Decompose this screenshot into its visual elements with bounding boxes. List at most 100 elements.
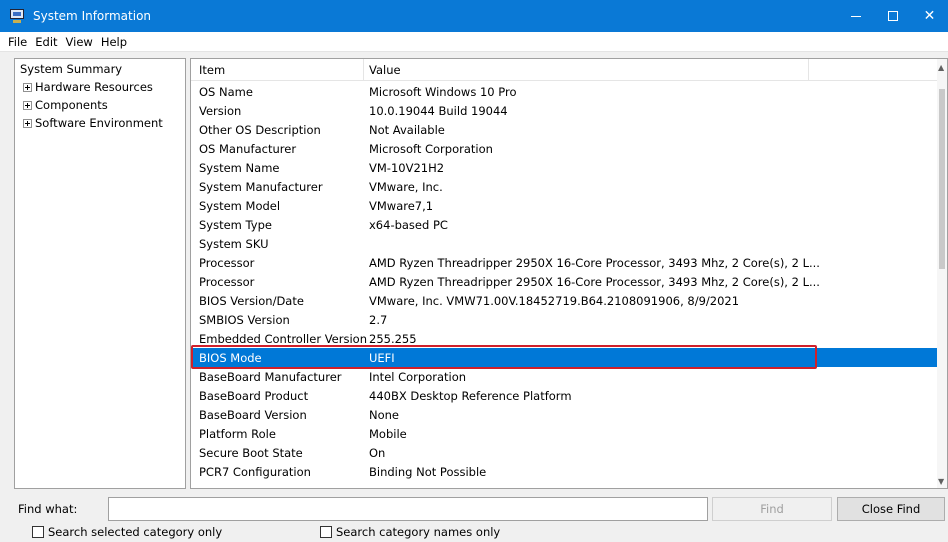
row-item: Other OS Description <box>199 123 321 137</box>
table-row[interactable]: System Type x64-based PC <box>191 215 939 234</box>
row-value: VM-10V21H2 <box>369 161 445 175</box>
tree-item-components[interactable]: Components <box>23 98 108 112</box>
tree-item-hardware-resources[interactable]: Hardware Resources <box>23 80 153 94</box>
menu-edit[interactable]: Edit <box>31 35 61 49</box>
row-value: AMD Ryzen Threadripper 2950X 16-Core Pro… <box>369 256 820 270</box>
system-information-app-icon <box>9 8 25 24</box>
row-item: System Name <box>199 161 280 175</box>
table-row[interactable]: OS Name Microsoft Windows 10 Pro <box>191 82 939 101</box>
table-row[interactable]: System Name VM-10V21H2 <box>191 158 939 177</box>
highlight-box <box>191 345 817 369</box>
maximize-button[interactable] <box>874 0 911 32</box>
row-value: Not Available <box>369 123 445 137</box>
vertical-scrollbar[interactable]: ▲ ▼ <box>937 59 947 488</box>
table-row[interactable]: SMBIOS Version 2.7 <box>191 310 939 329</box>
row-value: VMware, Inc. <box>369 180 443 194</box>
row-value: Binding Not Possible <box>369 465 487 479</box>
row-value: 255.255 <box>369 332 417 346</box>
row-item: System Model <box>199 199 281 213</box>
close-icon: ✕ <box>923 8 936 24</box>
row-item: BIOS Version/Date <box>199 294 304 308</box>
minimize-button[interactable] <box>837 0 874 32</box>
minimize-icon <box>850 15 861 17</box>
row-value: 2.7 <box>369 313 388 327</box>
row-item: OS Name <box>199 85 253 99</box>
menu-view[interactable]: View <box>62 35 97 49</box>
row-item: Processor <box>199 256 255 270</box>
find-button[interactable]: Find <box>712 497 832 521</box>
row-value: On <box>369 446 386 460</box>
table-row[interactable]: Processor AMD Ryzen Threadripper 2950X 16… <box>191 253 939 272</box>
checkbox-label: Search category names only <box>336 525 501 539</box>
row-item: System SKU <box>199 237 269 251</box>
row-value: 440BX Desktop Reference Platform <box>369 389 572 403</box>
row-item: Platform Role <box>199 427 276 441</box>
row-value: VMware, Inc. VMW71.00V.18452719.B64.2108… <box>369 294 740 308</box>
row-value: x64-based PC <box>369 218 448 232</box>
scroll-up-icon[interactable]: ▲ <box>938 63 944 72</box>
scroll-down-icon[interactable]: ▼ <box>938 477 944 486</box>
column-divider[interactable] <box>808 59 809 81</box>
search-selected-category-checkbox[interactable]: Search selected category only <box>32 525 222 539</box>
row-item: System Manufacturer <box>199 180 323 194</box>
row-value: Mobile <box>369 427 407 441</box>
table-row[interactable]: OS Manufacturer Microsoft Corporation <box>191 139 939 158</box>
tree-item-system-summary[interactable]: System Summary <box>20 62 122 76</box>
row-item: Version <box>199 104 242 118</box>
row-item: BaseBoard Product <box>199 389 309 403</box>
checkbox-label: Search selected category only <box>48 525 223 539</box>
table-row[interactable]: BIOS Version/Date VMware, Inc. VMW71.00V.… <box>191 291 939 310</box>
row-value: 10.0.19044 Build 19044 <box>369 104 508 118</box>
table-row[interactable]: BaseBoard Manufacturer Intel Corporation <box>191 367 939 386</box>
expand-icon[interactable] <box>23 100 32 110</box>
list-header: Item Value <box>191 59 939 81</box>
checkbox-box[interactable] <box>32 526 44 538</box>
table-row[interactable]: Secure Boot State On <box>191 443 939 462</box>
search-category-names-checkbox[interactable]: Search category names only <box>320 525 500 539</box>
title-bar: System Information ✕ <box>0 0 948 32</box>
tree-item-label: Components <box>35 98 108 112</box>
table-row[interactable]: BaseBoard Product 440BX Desktop Reference… <box>191 386 939 405</box>
table-row[interactable]: Version 10.0.19044 Build 19044 <box>191 101 939 120</box>
row-value: AMD Ryzen Threadripper 2950X 16-Core Pro… <box>369 275 820 289</box>
window-title: System Information <box>33 9 152 23</box>
menu-bar: File Edit View Help <box>0 32 948 52</box>
maximize-icon <box>887 11 898 21</box>
scroll-thumb[interactable] <box>939 89 945 269</box>
table-row[interactable]: System Manufacturer VMware, Inc. <box>191 177 939 196</box>
row-item: SMBIOS Version <box>199 313 290 327</box>
table-row[interactable]: Processor AMD Ryzen Threadripper 2950X 16… <box>191 272 939 291</box>
row-item: Secure Boot State <box>199 446 303 460</box>
column-header-value[interactable]: Value <box>369 63 401 77</box>
row-item: Processor <box>199 275 255 289</box>
menu-file[interactable]: File <box>4 35 31 49</box>
window-controls: ✕ <box>837 0 948 32</box>
table-row[interactable]: Other OS Description Not Available <box>191 120 939 139</box>
row-item: OS Manufacturer <box>199 142 297 156</box>
column-divider[interactable] <box>363 59 364 81</box>
table-row[interactable]: BaseBoard Version None <box>191 405 939 424</box>
checkbox-box[interactable] <box>320 526 332 538</box>
column-header-item[interactable]: Item <box>199 63 225 77</box>
table-row[interactable]: PCR7 Configuration Binding Not Possible <box>191 462 939 481</box>
tree-item-software-environment[interactable]: Software Environment <box>23 116 163 130</box>
row-value: VMware7,1 <box>369 199 434 213</box>
row-item: PCR7 Configuration <box>199 465 311 479</box>
table-row[interactable]: Platform Role Mobile <box>191 424 939 443</box>
details-list[interactable]: Item Value OS Name Microsoft Windows 10 P… <box>190 58 948 489</box>
tree-item-label: Software Environment <box>35 116 163 130</box>
expand-icon[interactable] <box>23 118 32 128</box>
row-item: System Type <box>199 218 272 232</box>
row-value: Microsoft Corporation <box>369 142 493 156</box>
menu-help[interactable]: Help <box>97 35 131 49</box>
row-value: Intel Corporation <box>369 370 467 384</box>
table-row[interactable]: System SKU <box>191 234 939 253</box>
find-input[interactable] <box>108 497 708 521</box>
category-tree[interactable]: System Summary Hardware Resources Compon… <box>14 58 186 489</box>
expand-icon[interactable] <box>23 82 32 92</box>
close-button[interactable]: ✕ <box>911 0 948 32</box>
row-item: BaseBoard Version <box>199 408 307 422</box>
table-row[interactable]: System Model VMware7,1 <box>191 196 939 215</box>
close-find-button[interactable]: Close Find <box>837 497 945 521</box>
row-value: None <box>369 408 400 422</box>
